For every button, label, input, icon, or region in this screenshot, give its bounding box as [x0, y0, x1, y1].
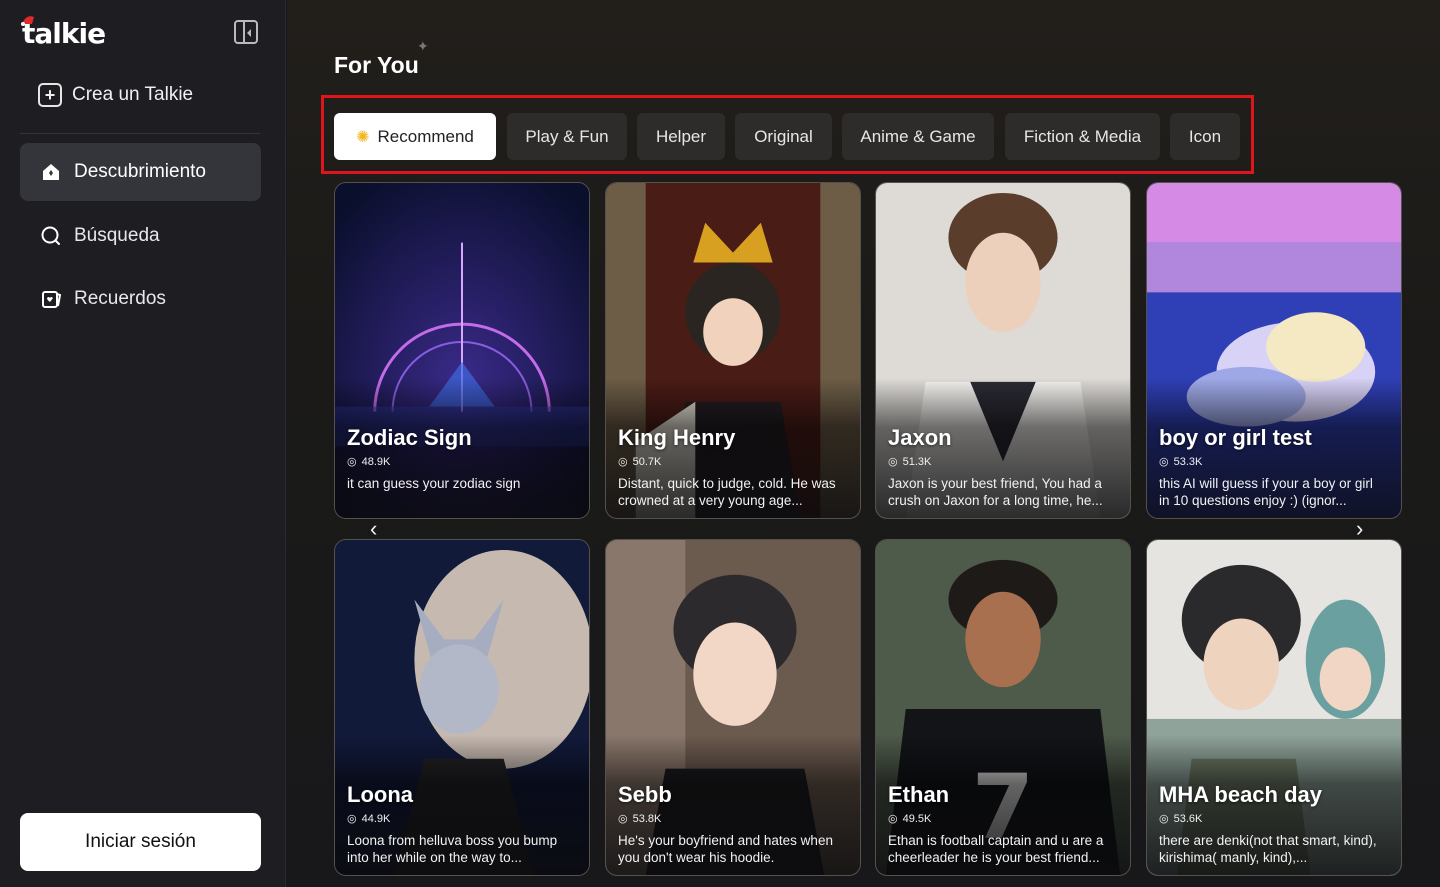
- character-card[interactable]: MHA beach day ◎ 53.6K there are denki(not…: [1146, 539, 1402, 876]
- chat-count: ◎ 48.9K: [347, 455, 391, 469]
- chat-bubble-icon: ◎: [888, 456, 898, 468]
- tab-label: Icon: [1188, 126, 1222, 146]
- card-name: Jaxon: [888, 425, 952, 450]
- create-talkie-button[interactable]: + Crea un Talkie: [38, 80, 193, 110]
- character-card[interactable]: King Henry ◎ 50.7K Distant, quick to judg…: [605, 182, 861, 519]
- tab-original[interactable]: Original: [735, 113, 832, 160]
- page-title: For You: [334, 52, 419, 78]
- chat-bubble-icon: ◎: [347, 456, 357, 468]
- category-tabs: ✺ Recommend Play & Fun Helper Original A…: [321, 95, 1254, 174]
- sidebar-item-descubrimiento[interactable]: Descubrimiento: [20, 143, 261, 201]
- character-card[interactable]: boy or girl test ◎ 53.3K this AI will gue…: [1146, 182, 1402, 519]
- card-description: there are denki(not that smart, kind), k…: [1159, 833, 1377, 865]
- chat-count-value: 53.6K: [1173, 812, 1203, 825]
- carousel-prev-icon[interactable]: ‹: [370, 518, 377, 540]
- chat-count: ◎ 50.7K: [618, 455, 662, 469]
- character-card[interactable]: Zodiac Sign ◎ 48.9K it can guess your zod…: [334, 182, 590, 519]
- create-talkie-label: Crea un Talkie: [72, 84, 194, 105]
- chat-count: ◎ 51.3K: [888, 455, 932, 469]
- sun-icon: ✺: [356, 128, 370, 146]
- sidebar-item-label: Búsqueda: [74, 225, 160, 246]
- card-name: King Henry: [618, 425, 736, 450]
- card-description: He's your boyfriend and hates when you d…: [618, 833, 833, 865]
- character-card[interactable]: Sebb ◎ 53.8K He's your boyfriend and hate…: [605, 539, 861, 876]
- carousel-next-icon[interactable]: ›: [1356, 518, 1363, 540]
- tab-play-fun[interactable]: Play & Fun: [507, 113, 627, 160]
- sidebar-item-label: Recuerdos: [74, 288, 166, 309]
- chat-bubble-icon: ◎: [1159, 813, 1169, 825]
- card-name: Sebb: [618, 782, 672, 807]
- card-description: Ethan is football captain and u are a ch…: [888, 833, 1104, 865]
- tab-recommend[interactable]: ✺ Recommend: [334, 113, 496, 160]
- chat-count: ◎ 53.8K: [618, 812, 662, 826]
- login-button[interactable]: Iniciar sesión: [20, 813, 261, 871]
- sidebar-item-busqueda[interactable]: Búsqueda: [20, 207, 261, 265]
- card-name: Ethan: [888, 782, 950, 807]
- chat-count-value: 49.5K: [902, 812, 932, 825]
- memories-icon: [40, 288, 62, 310]
- card-name: Loona: [347, 782, 413, 807]
- card-description: Jaxon is your best friend, You had a cru…: [888, 476, 1103, 508]
- home-icon: [40, 161, 62, 183]
- character-card[interactable]: Loona ◎ 44.9K Loona from helluva boss you…: [334, 539, 590, 876]
- sidebar-divider: [20, 133, 260, 134]
- brand-logo[interactable]: talkie: [21, 16, 106, 50]
- chat-count-value: 48.9K: [361, 455, 391, 468]
- collapse-sidebar-button[interactable]: [234, 20, 258, 44]
- sidebar-item-recuerdos[interactable]: Recuerdos: [20, 270, 261, 328]
- tab-label: Fiction & Media: [1023, 126, 1142, 146]
- tab-label: Recommend: [377, 126, 474, 146]
- card-description: this AI will guess if your a boy or girl…: [1159, 476, 1373, 508]
- sidebar-item-label: Descubrimiento: [74, 161, 206, 182]
- chat-count-value: 44.9K: [361, 812, 391, 825]
- chat-count: ◎ 53.3K: [1159, 455, 1203, 469]
- chat-count: ◎ 49.5K: [888, 812, 932, 826]
- tab-icon[interactable]: Icon: [1170, 113, 1240, 160]
- chat-bubble-icon: ◎: [618, 456, 628, 468]
- tab-label: Original: [754, 126, 813, 146]
- tab-label: Play & Fun: [525, 126, 609, 146]
- chat-count-value: 53.8K: [632, 812, 662, 825]
- chat-bubble-icon: ◎: [618, 813, 628, 825]
- card-name: MHA beach day: [1159, 782, 1323, 807]
- sidebar: talkie + Crea un Talkie Descubrimiento B…: [0, 0, 286, 887]
- chat-bubble-icon: ◎: [888, 813, 898, 825]
- tab-fiction-media[interactable]: Fiction & Media: [1005, 113, 1160, 160]
- chat-bubble-icon: ◎: [1159, 456, 1169, 468]
- character-card[interactable]: Jaxon ◎ 51.3K Jaxon is your best friend, …: [875, 182, 1131, 519]
- chat-count-value: 53.3K: [1173, 455, 1203, 468]
- character-card[interactable]: 7 Ethan ◎49.5K Ethan is football captain…: [875, 539, 1131, 876]
- main-content: For You ✦ ✺ Recommend Play & Fun Helper …: [287, 0, 1440, 887]
- card-name: Zodiac Sign: [347, 425, 472, 450]
- sparkle-icon: ✦: [417, 38, 429, 54]
- plus-icon: +: [38, 83, 62, 107]
- card-name: boy or girl test: [1159, 425, 1312, 450]
- chat-count-value: 51.3K: [902, 455, 932, 468]
- card-description: Loona from helluva boss you bump into he…: [347, 833, 558, 865]
- tab-label: Helper: [655, 126, 707, 146]
- tab-helper[interactable]: Helper: [637, 113, 725, 160]
- chat-count: ◎ 44.9K: [347, 812, 391, 826]
- card-description: it can guess your zodiac sign: [347, 476, 521, 491]
- chat-count-value: 50.7K: [632, 455, 662, 468]
- chat-bubble-icon: ◎: [347, 813, 357, 825]
- santa-hat-icon: [21, 16, 34, 26]
- tab-anime-game[interactable]: Anime & Game: [842, 113, 994, 160]
- tab-label: Anime & Game: [860, 126, 976, 146]
- chat-count: ◎ 53.6K: [1159, 812, 1203, 826]
- card-description: Distant, quick to judge, cold. He was cr…: [618, 476, 836, 508]
- search-icon: [40, 225, 62, 247]
